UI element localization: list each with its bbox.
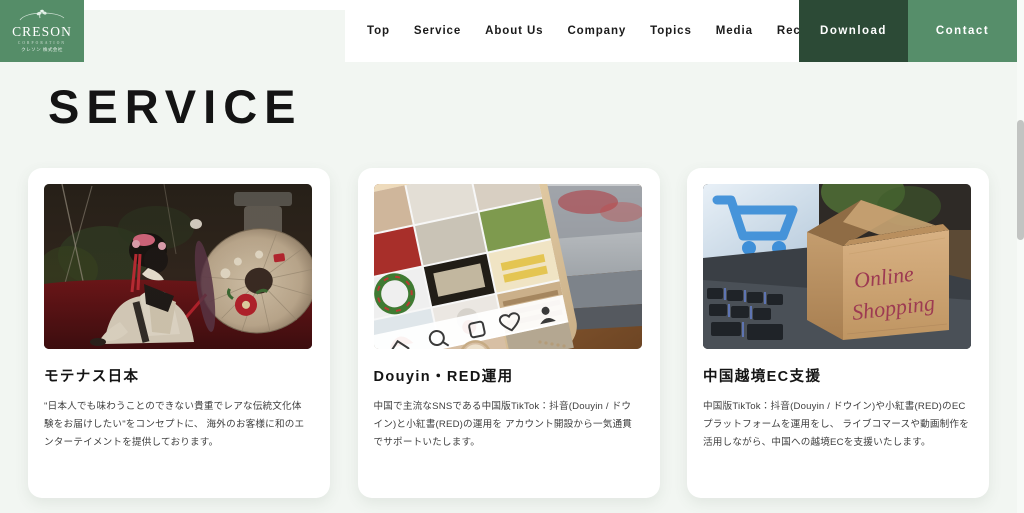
site-header: CRESON CORPORATION クレソン 株式会社 Top Service… — [0, 0, 1017, 62]
nav-item-media[interactable]: Media — [704, 19, 765, 43]
nav-item-company[interactable]: Company — [555, 19, 638, 43]
logo-wordmark: CRESON — [12, 24, 72, 40]
card-description: "日本人でも味わうことのできない貴重でレアな伝統文化体験をお届けしたい"をコンセ… — [44, 401, 305, 448]
page-scrollbar-thumb[interactable] — [1017, 120, 1024, 240]
nav-item-top[interactable]: Top — [355, 19, 402, 43]
logo-japanese-name: クレソン 株式会社 — [21, 46, 63, 52]
logo-subtitle: CORPORATION — [17, 40, 67, 45]
main-navigation: Top Service About Us Company Topics Medi… — [345, 0, 822, 62]
card-description: 中国版TikTok：抖音(Douyin / ドウイン)や小紅書(RED)のECプ… — [703, 401, 969, 448]
nav-item-service[interactable]: Service — [402, 19, 473, 43]
nav-item-topics[interactable]: Topics — [638, 19, 704, 43]
page-title: SERVICE — [48, 80, 303, 133]
service-card[interactable]: Douyin・RED運用 中国で主流なSNSである中国版TikTok：抖音(Do… — [357, 168, 660, 498]
card-title: Douyin・RED運用 — [373, 369, 514, 385]
site-logo[interactable]: CRESON CORPORATION クレソン 株式会社 — [0, 0, 84, 62]
card-thumbnail-online-shopping-box: Online Shopping — [703, 184, 971, 349]
nav-item-about-us[interactable]: About Us — [473, 19, 555, 43]
service-card[interactable]: モテナス日本 "日本人でも味わうことのできない貴重でレアな伝統文化体験をお届けし… — [28, 168, 330, 498]
contact-button[interactable]: Contact — [908, 0, 1017, 62]
card-thumbnail-kimono — [44, 184, 312, 349]
creson-leaf-icon — [16, 9, 68, 24]
card-thumbnail-smartphone — [373, 184, 642, 349]
card-description: 中国で主流なSNSである中国版TikTok：抖音(Douyin / ドウイン)と… — [373, 401, 633, 448]
card-title: モテナス日本 — [44, 369, 140, 385]
page-root: CRESON CORPORATION クレソン 株式会社 Top Service… — [0, 0, 1024, 513]
card-title: 中国越境EC支援 — [703, 369, 822, 385]
download-button[interactable]: Download — [799, 0, 908, 62]
service-card-list: モテナス日本 "日本人でも味わうことのできない貴重でレアな伝統文化体験をお届けし… — [0, 168, 1017, 498]
page-scrollbar-track[interactable] — [1017, 0, 1024, 513]
service-card[interactable]: Online Shopping 中国越境EC支援 中国版TikTok：抖音(Do… — [687, 168, 989, 498]
